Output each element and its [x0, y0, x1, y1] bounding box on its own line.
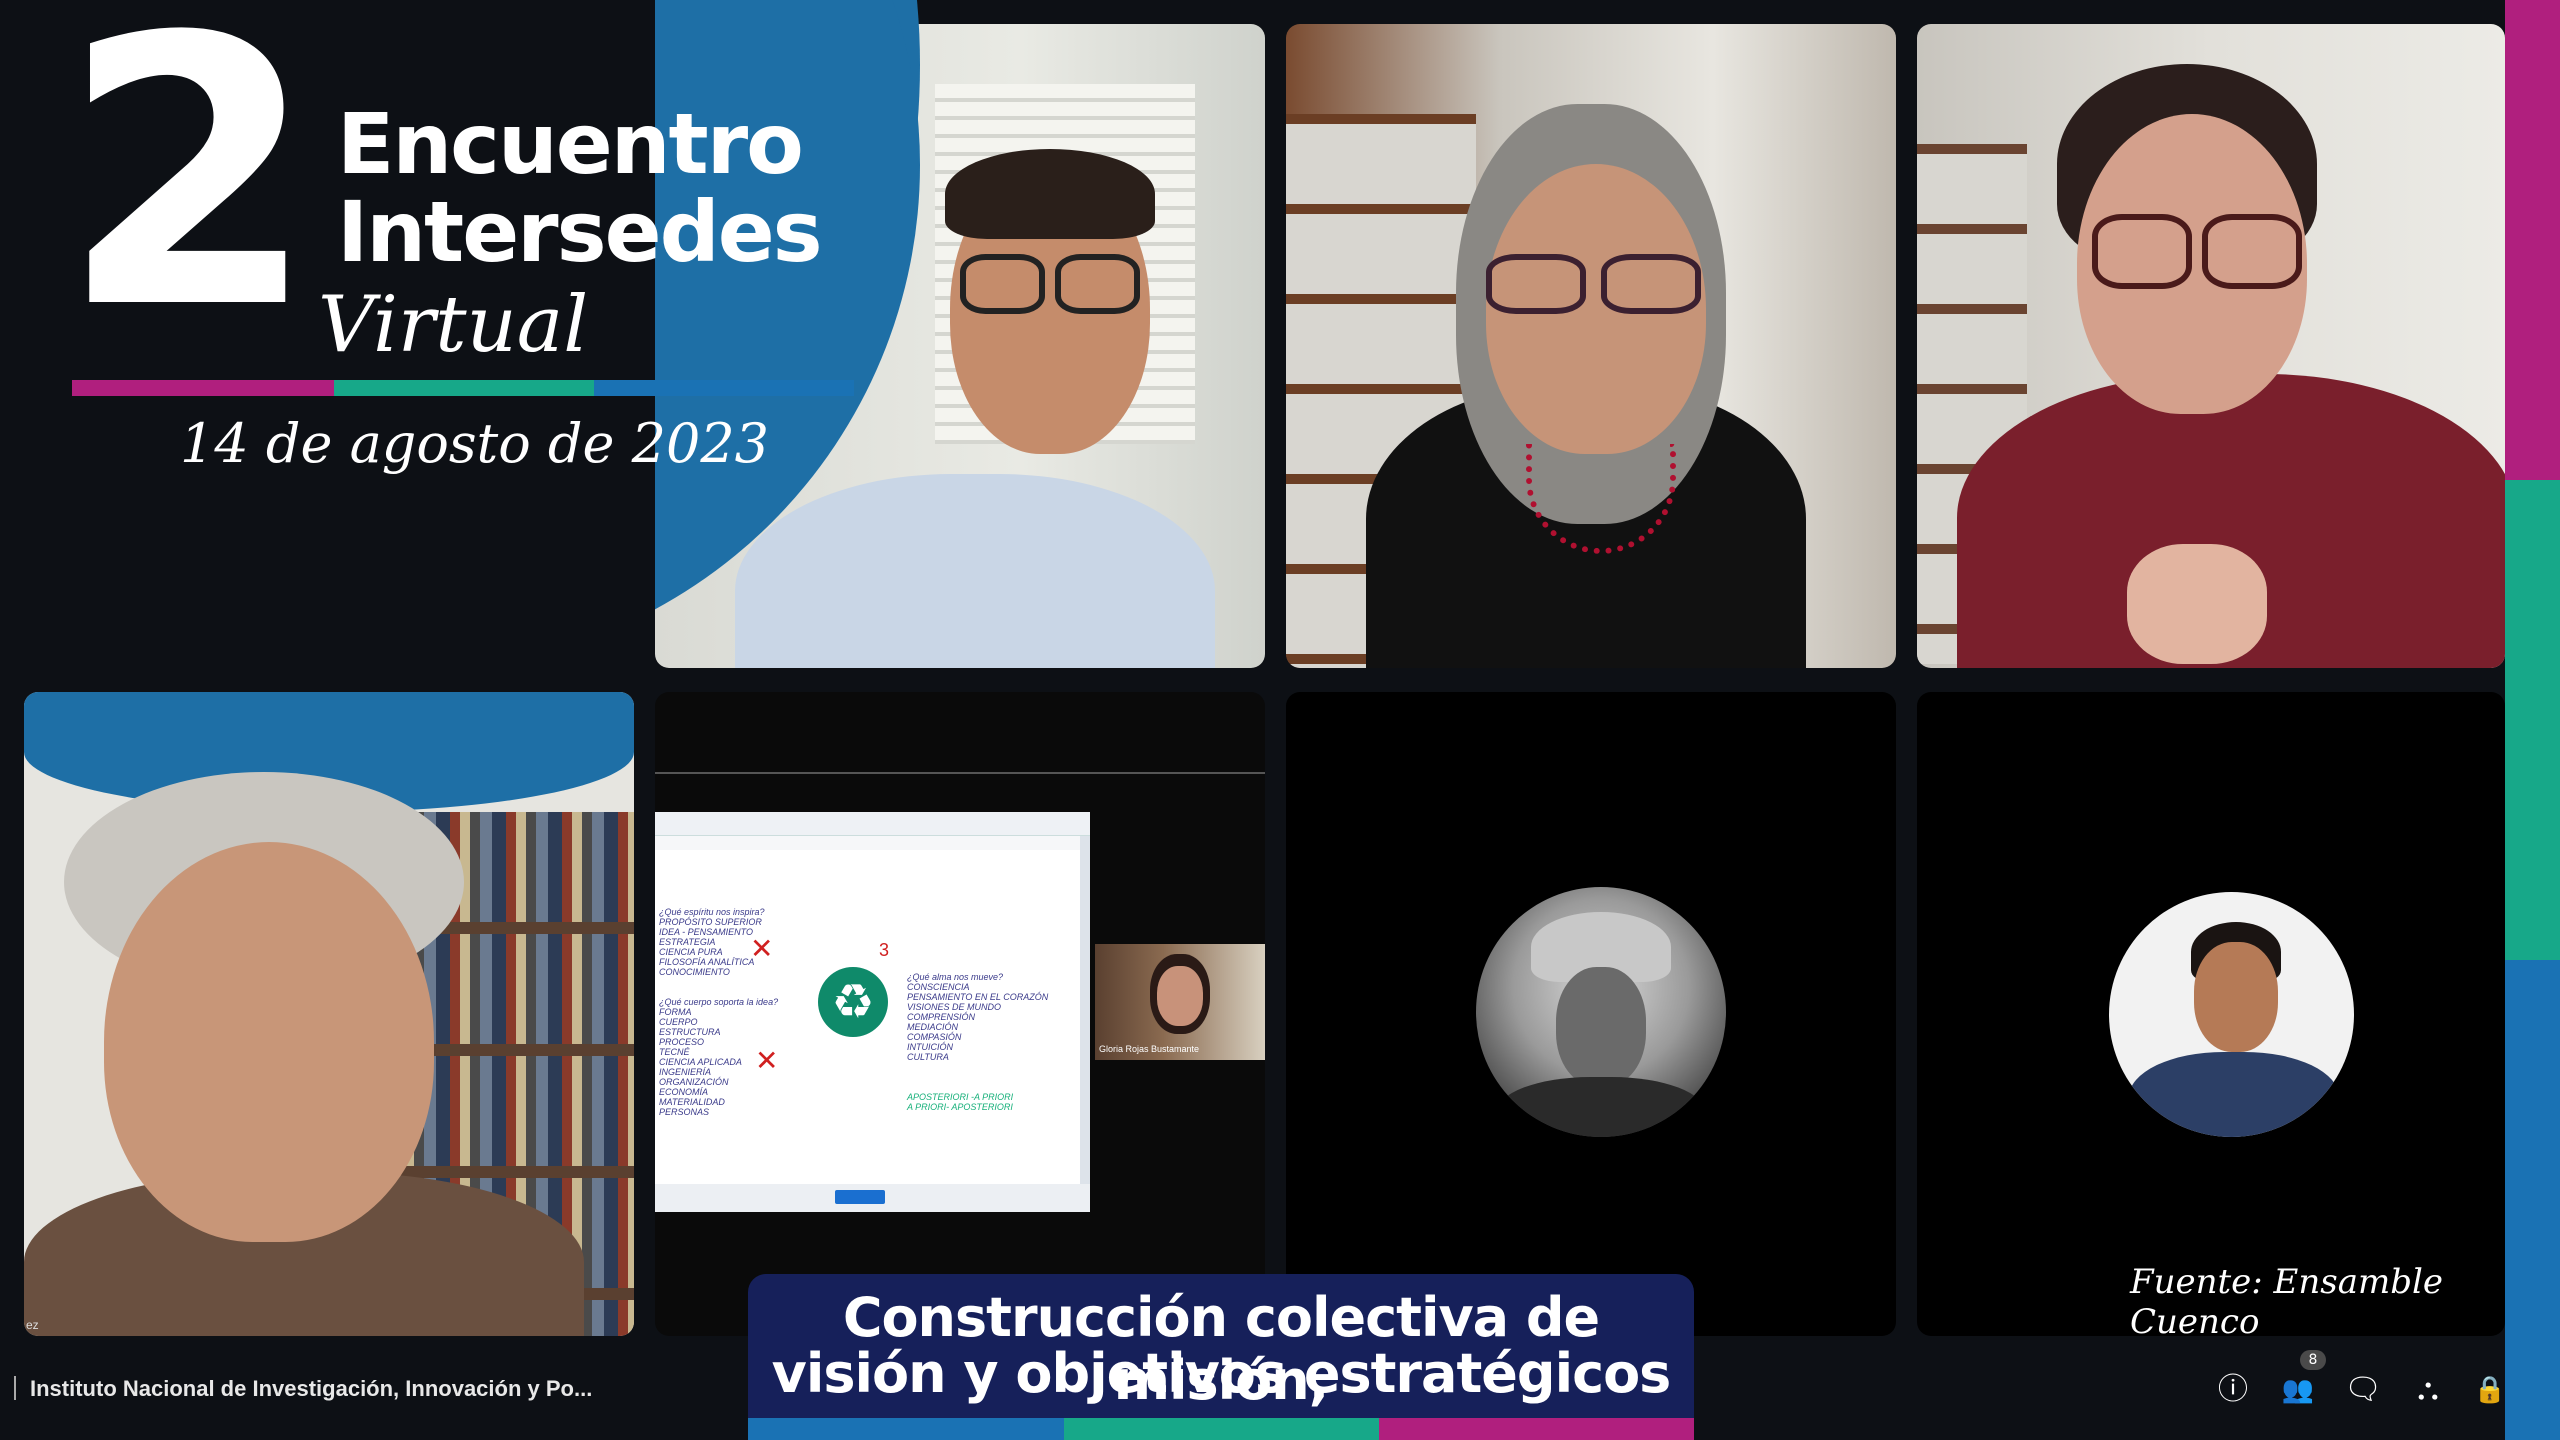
caption-bar-teal	[1064, 1418, 1379, 1440]
presenter-name: Gloria Rojas Bustamante	[1099, 1044, 1200, 1054]
video-tile-participant-7[interactable]	[1917, 692, 2505, 1336]
session-caption: Construcción colectiva de misión, visión…	[748, 1274, 1694, 1440]
event-title: Encuentro Intersedes	[337, 95, 823, 281]
video-tile-participant-6[interactable]	[1286, 692, 1896, 1336]
tile-name-fragment: ez	[26, 1318, 39, 1332]
avatar-face	[1556, 967, 1646, 1087]
presenter-thumbnail[interactable]: Gloria Rojas Bustamante	[1095, 944, 1265, 1060]
participant-count-badge: 8	[2300, 1350, 2326, 1370]
glasses-right	[1055, 254, 1140, 314]
shared-document: ¿Qué espíritu nos inspira? PROPÓSITO SUP…	[655, 812, 1090, 1212]
glasses-left	[2092, 214, 2192, 289]
presenter-face	[1157, 966, 1203, 1026]
cross-mark-bottom: ✕	[755, 1044, 779, 1077]
meeting-stage: ez ¿Qué espíritu nos inspira? PROPÓSITO …	[0, 0, 2560, 1440]
cross-mark-top: ✕	[750, 932, 774, 965]
side-toolbar	[1080, 836, 1090, 1206]
slide-number: 3	[879, 940, 890, 960]
windows-taskbar	[655, 1184, 1090, 1212]
caption-bar-magenta	[1379, 1418, 1694, 1440]
video-tile-participant-3[interactable]	[1917, 24, 2505, 668]
brand-line-teal	[334, 380, 594, 396]
meeting-name: Instituto Nacional de Investigación, Inn…	[30, 1376, 593, 1401]
chat-icon[interactable]: 🗨	[2343, 1370, 2383, 1410]
event-title-line1: Encuentro	[337, 95, 804, 193]
brand-line-magenta	[72, 380, 334, 396]
brand-stripe-teal	[2505, 480, 2560, 960]
caption-bar-blue	[748, 1418, 1064, 1440]
brand-stripe-magenta	[2505, 0, 2560, 480]
glasses-right	[2202, 214, 2302, 289]
avatar-face	[2194, 942, 2278, 1052]
event-subtitle: Virtual	[318, 280, 589, 370]
recycle-icon: ♻	[818, 967, 888, 1037]
video-tile-screen-share[interactable]: ¿Qué espíritu nos inspira? PROPÓSITO SUP…	[655, 692, 1265, 1336]
event-title-line2: Intersedes	[337, 183, 823, 281]
screen-share-divider	[655, 772, 1265, 774]
video-tile-participant-4[interactable]	[24, 692, 634, 1336]
browser-address-bar	[655, 836, 1090, 850]
video-tile-participant-2[interactable]	[1286, 24, 1896, 668]
participant-face	[104, 842, 434, 1242]
glasses-left	[960, 254, 1045, 314]
share-stop-button[interactable]	[835, 1190, 885, 1204]
source-credit: Fuente: Ensamble Cuenco	[2130, 1262, 2443, 1342]
meeting-name-separator	[14, 1376, 16, 1400]
brand-stripe-blue	[2505, 960, 2560, 1440]
lock-icon[interactable]: 🔒	[2470, 1370, 2510, 1410]
participant-hand	[2127, 544, 2267, 664]
info-icon[interactable]: ⓘ	[2213, 1370, 2253, 1410]
browser-toolbar	[655, 812, 1090, 836]
slide-green-block: APOSTERIORI -A PRIORI A PRIORI- APOSTERI…	[907, 1092, 1014, 1112]
avatar-circle	[1476, 887, 1726, 1137]
caption-line2: visión y objetivos estratégicos	[771, 1342, 1672, 1405]
activities-icon[interactable]: ⛬	[2408, 1370, 2448, 1410]
glasses-left	[1486, 254, 1586, 314]
avatar-circle	[2109, 892, 2354, 1137]
avatar-body	[2129, 1052, 2339, 1137]
avatar-body	[1496, 1077, 1706, 1137]
event-date: 14 de agosto de 2023	[180, 412, 770, 475]
edition-number: 2	[60, 0, 317, 390]
participant-hair	[945, 149, 1155, 239]
glasses-right	[1601, 254, 1701, 314]
brand-line-blue	[594, 380, 854, 396]
slide-right-block: ¿Qué alma nos mueve? CONSCIENCIA PENSAMI…	[907, 972, 1049, 1062]
people-icon[interactable]: 👥	[2278, 1370, 2318, 1410]
